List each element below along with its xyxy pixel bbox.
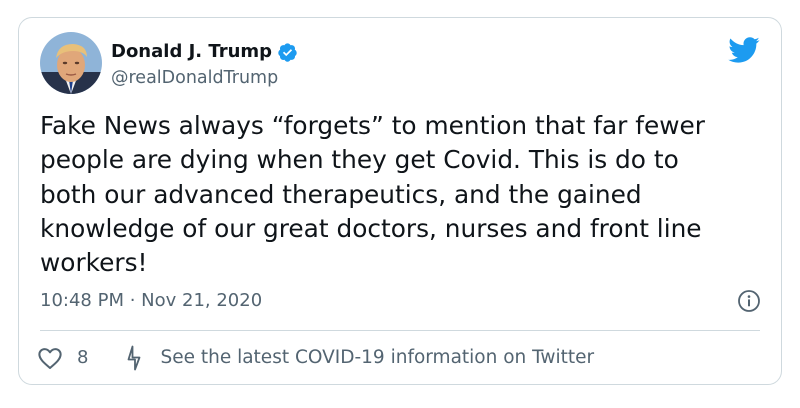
covid-info-label: See the latest COVID-19 information on T… [160,347,595,368]
like-count: 8 [77,347,89,368]
info-icon[interactable] [737,289,761,313]
profile-photo [40,32,102,94]
verified-badge-icon [277,42,298,63]
covid-info-link[interactable]: See the latest COVID-19 information on T… [124,344,594,372]
tweet-text: Fake News always “forgets” to mention th… [40,111,705,278]
like-button[interactable]: 8 [37,344,88,372]
tweet-card[interactable]: Donald J. Trump @realDonaldTrump Fake Ne… [18,17,782,385]
author-name-row[interactable]: Donald J. Trump [111,41,298,63]
lightning-bolt-icon [124,345,144,371]
tweet-timestamp[interactable]: 10:48 PM · Nov 21, 2020 [40,289,262,313]
tweet-actions: 8 See the latest COVID-19 information on… [37,344,594,372]
twitter-bird-icon[interactable] [727,36,760,64]
author-display-name[interactable]: Donald J. Trump [111,41,272,63]
author-handle[interactable]: @realDonaldTrump [111,67,278,89]
divider [40,330,760,331]
avatar[interactable] [40,32,102,94]
heart-icon [37,346,63,370]
